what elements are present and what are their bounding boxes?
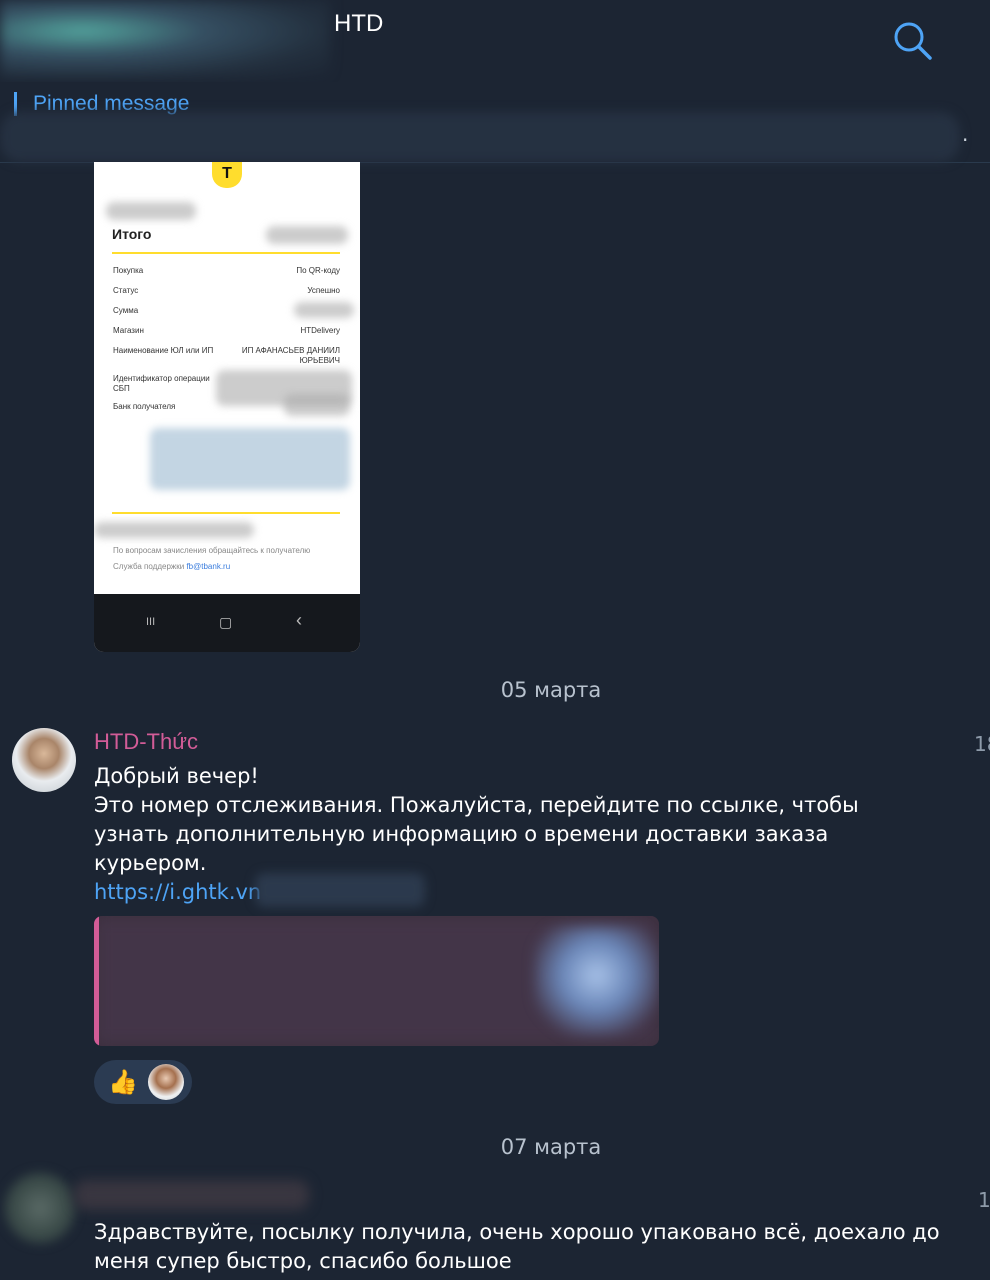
message-text: Здравствуйте, посылку получила, очень хо… bbox=[94, 1220, 940, 1273]
message-line: Это номер отслеживания. Пожалуйста, пере… bbox=[94, 793, 859, 875]
back-icon: ‹ bbox=[296, 610, 302, 630]
date-separator: 07 марта bbox=[500, 1135, 602, 1159]
home-icon: ▢ bbox=[219, 614, 233, 630]
receipt-footer-support: Служба поддержки fb@tbank.ru bbox=[113, 562, 230, 571]
reaction-chip[interactable]: 👍 bbox=[94, 1060, 192, 1104]
receipt-footer-question: По вопросам зачисления обращайтесь к пол… bbox=[113, 546, 311, 555]
recent-apps-icon: III bbox=[146, 616, 156, 628]
message-time: 18 bbox=[974, 732, 990, 756]
redacted-date bbox=[106, 202, 196, 220]
receipt-row-value: ИП АФАНАСЬЕВ ДАНИИЛ ЮРЬЕВИЧ bbox=[241, 346, 340, 365]
receipt-divider bbox=[112, 512, 340, 514]
pinned-message-text-blurred bbox=[0, 112, 960, 162]
sender-name-blurred[interactable] bbox=[74, 1180, 309, 1210]
redacted-stamp bbox=[150, 428, 350, 490]
support-email-link[interactable]: fb@tbank.ru bbox=[186, 562, 230, 571]
receipt-row-value: Успешно bbox=[307, 286, 340, 295]
date-separator: 05 марта bbox=[500, 678, 602, 702]
avatar[interactable] bbox=[12, 728, 76, 792]
pinned-trailing-text: . bbox=[962, 122, 969, 146]
message-line: Добрый вечер! bbox=[94, 764, 259, 788]
chat-title[interactable]: HTD bbox=[334, 10, 383, 38]
chat-avatar-blurred[interactable] bbox=[0, 0, 330, 78]
receipt-row-label: Магазин bbox=[113, 326, 144, 335]
message-text: Добрый вечер! Это номер отслеживания. По… bbox=[94, 762, 934, 907]
receipt-row-value: По QR-коду bbox=[296, 266, 340, 275]
preview-accent-bar bbox=[94, 916, 99, 1046]
receipt-row-label: Идентификатор операции СБП bbox=[113, 374, 210, 393]
receipt-row-label: Покупка bbox=[113, 266, 144, 275]
link-preview[interactable] bbox=[94, 916, 659, 1046]
pinned-message-bar[interactable]: Pinned message . bbox=[0, 82, 990, 163]
reactor-avatar bbox=[148, 1064, 184, 1100]
receipt-row-label: Статус bbox=[113, 286, 139, 295]
receipt-row-value: HTDelivery bbox=[300, 326, 340, 335]
redacted-footer bbox=[94, 522, 254, 538]
redacted-total bbox=[266, 226, 348, 244]
receipt-total-label: Итого bbox=[112, 226, 152, 242]
redacted-preview-image bbox=[534, 926, 659, 1036]
support-label: Служба поддержки bbox=[113, 562, 185, 571]
redacted-bank bbox=[284, 394, 350, 416]
chat-header: HTD bbox=[0, 0, 990, 83]
thumbs-up-icon: 👍 bbox=[108, 1068, 138, 1096]
phone-nav-bar: III ▢ ‹ bbox=[94, 594, 360, 652]
receipt-row-label: Сумма bbox=[113, 306, 139, 315]
bank-logo: T bbox=[212, 162, 242, 188]
receipt-photo[interactable]: T Итого Покупка По QR-коду Статус Успешн… bbox=[94, 162, 360, 652]
search-icon[interactable] bbox=[890, 18, 934, 62]
receipt-row-label: Наименование ЮЛ или ИП bbox=[113, 346, 214, 355]
message-time: 1 bbox=[978, 1188, 990, 1212]
tracking-link[interactable]: https://i.ghtk.vn bbox=[94, 880, 261, 904]
redacted-amount bbox=[294, 302, 354, 318]
receipt-divider bbox=[112, 252, 340, 254]
avatar[interactable] bbox=[4, 1172, 76, 1244]
receipt-row-label: Банк получателя bbox=[113, 402, 176, 411]
sender-name[interactable]: HTD-Thức bbox=[94, 729, 198, 755]
redacted-link-tail bbox=[255, 873, 425, 907]
